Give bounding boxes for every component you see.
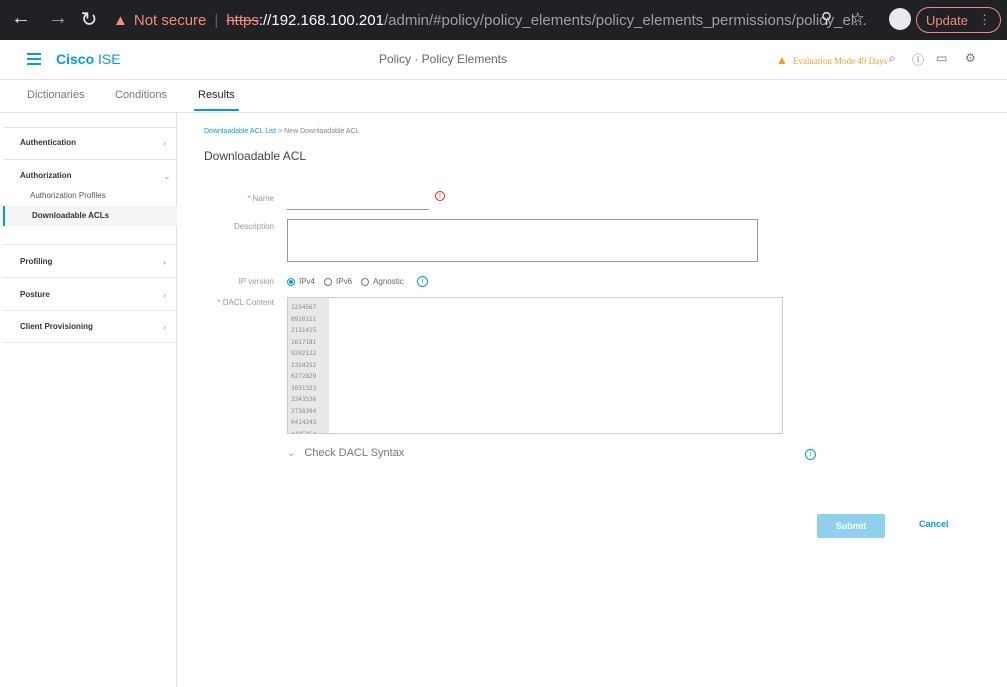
sidebar-item-label: Authentication [20,138,76,147]
radio-label: Agnostic [373,277,404,286]
sidebar-divider [3,244,177,245]
chevron-right-icon: › [163,257,166,267]
line-number: 1617181 [291,338,317,346]
sidebar-divider [3,310,177,311]
radio-button[interactable] [287,277,295,286]
line-number: 9202122 [291,350,317,357]
update-button[interactable]: Update ⋮ [916,7,1001,33]
radio-agnostic[interactable]: Agnostic [361,277,404,286]
sub-tabs: Dictionaries Conditions Results [0,80,1007,113]
dacl-content-label: * DACL Content [217,298,274,307]
line-number: 3343536 [291,396,317,403]
breadcrumb-link[interactable]: Downloadable ACL List [204,128,276,135]
reload-icon[interactable]: ↻ [78,7,100,32]
radio-button[interactable] [361,277,370,286]
gear-icon[interactable]: ⚙ [965,51,976,65]
browser-toolbar: ← → ↻ ▲ Not secure | https://192.168.100… [0,0,1007,40]
chevron-right-icon: › [163,322,166,332]
sidebar-item-label: Profiling [20,257,53,266]
description-textarea[interactable] [287,219,758,262]
app-header: Cisco ISE Policy · Policy Elements ▲ Eva… [0,40,1007,80]
line-number: 3031323 [291,384,317,392]
radio-ipv4[interactable]: IPv4 [287,277,315,286]
radio-button[interactable] [324,277,333,286]
kebab-menu-icon: ⋮ [977,12,991,27]
ip-version-label: IP version [238,277,274,286]
forward-arrow-icon[interactable]: → [47,7,69,30]
info-icon[interactable]: i [805,449,816,460]
line-number: 0414243 [291,419,317,426]
line-number-gutter: 1234567 8910111 2131415 1617181 9202122 … [288,298,329,434]
sidebar-divider [3,342,177,343]
name-input[interactable] [287,192,429,210]
name-label: * Name [247,194,274,203]
sidebar-item-downloadable-acls[interactable]: Downloadable ACLs [0,206,177,226]
search-icon[interactable]: ⌕ [889,51,896,66]
zoom-icon[interactable]: ⚲ [821,9,832,27]
page-title: Downloadable ACL [204,149,307,163]
sidebar-item-authorization-profiles[interactable]: Authorization Profiles [0,186,177,206]
dashboard-icon[interactable]: ▭ [936,51,947,65]
ip-version-group: IPv4 IPv6 Agnostic i [287,276,428,287]
page-heading: Policy · Policy Elements [378,52,508,66]
line-number: 2324252 [291,361,317,369]
back-arrow-icon[interactable]: ← [10,7,32,30]
line-number: 1234567 [291,304,317,311]
chevron-down-icon: ⌄ [287,447,296,459]
check-dacl-syntax-toggle[interactable]: ⌄ Check DACL Syntax [287,447,404,459]
sidebar-item-label: Authorization Profiles [30,191,106,200]
line-number: 8910111 [291,315,317,323]
check-dacl-syntax-label: Check DACL Syntax [304,447,405,459]
bookmark-star-icon[interactable]: ☆ [851,9,864,27]
description-label: Description [233,222,274,231]
chevron-right-icon: › [163,290,166,300]
sidebar-divider [3,127,177,128]
sidebar: Authentication › Authorization ⌄ Authori… [0,113,177,687]
sidebar-item-label: Client Provisioning [20,322,93,331]
profile-avatar[interactable] [889,8,911,30]
tab-conditions[interactable]: Conditions [115,89,167,101]
chevron-down-icon: ⌄ [163,171,171,181]
sidebar-divider [3,159,177,160]
chevron-right-icon: › [163,138,166,148]
sidebar-item-label: Downloadable ACLs [32,211,110,220]
dacl-content-editor[interactable]: 1234567 8910111 2131415 1617181 9202122 … [287,297,783,434]
line-number: 6272829 [291,373,317,380]
url-host: ://192.168.100.201 [258,11,384,29]
tab-results[interactable]: Results [194,89,239,111]
submit-button[interactable]: Submit [817,514,885,538]
radio-ipv6[interactable]: IPv6 [324,277,352,286]
breadcrumb-separator: > [278,128,283,135]
error-icon: ! [435,191,445,201]
sidebar-item-label: Posture [20,290,50,299]
sidebar-divider [3,277,177,278]
not-secure-label: Not secure [133,11,207,29]
url-scheme: https [226,11,259,29]
help-icon[interactable]: ⓘ [912,51,924,68]
info-icon[interactable]: i [416,276,428,287]
url-path: /admin/#policy/policy_elements/policy_el… [383,11,867,29]
evaluation-text: Evaluation Mode 49 Days [792,55,888,66]
line-number: 2131415 [291,327,317,334]
evaluation-banner[interactable]: ▲ Evaluation Mode 49 Days [776,53,887,68]
radio-label: IPv4 [299,277,316,286]
address-bar[interactable]: ▲ Not secure | https://192.168.100.201/a… [113,5,881,35]
warning-icon: ▲ [113,11,128,29]
cancel-button[interactable]: Cancel [919,519,949,529]
warning-triangle-icon: ▲ [776,53,788,67]
sidebar-item-label: Authorization [20,171,72,180]
line-number: 4445464 [291,430,317,434]
tab-dictionaries[interactable]: Dictionaries [27,89,84,101]
breadcrumb-current: New Downloadable ACL [284,128,360,135]
update-label: Update [926,12,968,28]
radio-label: IPv6 [336,277,353,286]
breadcrumb: Downloadable ACL List > New Downloadable… [204,128,360,135]
address-separator: | [214,11,219,29]
line-number: 3738394 [291,407,317,415]
